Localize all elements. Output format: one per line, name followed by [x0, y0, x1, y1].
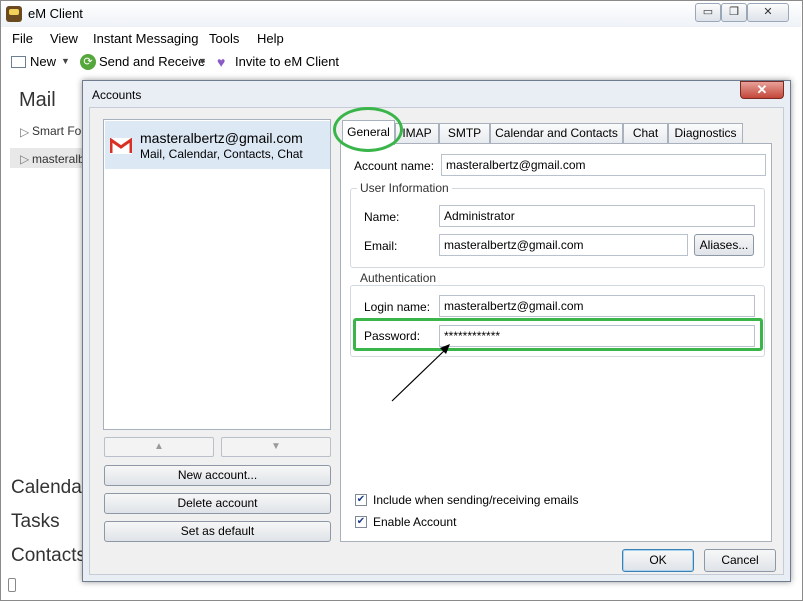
move-up-button[interactable]: ▲ [104, 437, 214, 457]
tab-smtp[interactable]: SMTP [439, 123, 490, 143]
dialog-close-button[interactable]: ✕ [740, 81, 784, 99]
tree-item-account[interactable]: masteralb [32, 152, 85, 166]
aliases-button[interactable]: Aliases... [694, 234, 754, 256]
nav-calendar[interactable]: Calendar [11, 477, 88, 499]
tab-diagnostics[interactable]: Diagnostics [668, 123, 743, 143]
move-down-button[interactable]: ▼ [221, 437, 331, 457]
menu-instant-messaging[interactable]: Instant Messaging [93, 31, 199, 46]
account-name-label: Account name: [354, 159, 435, 173]
close-window-button[interactable]: ✕ [747, 3, 789, 22]
email-label: Email: [364, 239, 398, 253]
enable-account-label: Enable Account [373, 515, 457, 529]
user-information-group [350, 188, 765, 268]
tree-item-smart-folders[interactable]: Smart Fol [32, 124, 84, 138]
send-receive-button[interactable]: Send and Receive [99, 54, 205, 69]
new-button[interactable]: New [30, 54, 56, 69]
tree-expander-icon[interactable]: ▷ [20, 152, 29, 166]
new-mail-icon [11, 56, 26, 68]
status-icon [8, 578, 16, 592]
account-name-field[interactable]: masteralbertz@gmail.com [441, 154, 766, 176]
login-name-field[interactable]: masteralbertz@gmail.com [439, 295, 755, 317]
window-title: eM Client [28, 6, 83, 21]
login-name-label: Login name: [364, 300, 431, 314]
name-field[interactable]: Administrator [439, 205, 755, 227]
authentication-title: Authentication [357, 271, 440, 285]
email-field[interactable]: masteralbertz@gmail.com [439, 234, 688, 256]
menu-help[interactable]: Help [257, 31, 284, 46]
new-dropdown-icon[interactable]: ▼ [61, 56, 70, 66]
menu-view[interactable]: View [50, 31, 78, 46]
include-label: Include when sending/receiving emails [373, 493, 579, 507]
new-account-button[interactable]: New account... [104, 465, 331, 486]
tab-chat[interactable]: Chat [623, 123, 668, 143]
name-label: Name: [364, 210, 400, 224]
tree-expander-icon[interactable]: ▷ [20, 125, 29, 139]
maximize-button[interactable]: ❐ [721, 3, 747, 22]
title-bar [1, 1, 801, 27]
heart-icon: ♥ [217, 54, 226, 70]
ok-button[interactable]: OK [622, 549, 694, 572]
annotation-arrow [391, 344, 450, 402]
dialog-title: Accounts [92, 88, 142, 102]
nav-contacts[interactable]: Contacts [11, 545, 86, 567]
send-receive-icon: ⟳ [80, 54, 96, 70]
minimize-button[interactable]: ▭ [695, 3, 721, 22]
cancel-button[interactable]: Cancel [704, 549, 776, 572]
app-icon [6, 6, 22, 22]
tab-calendar-contacts[interactable]: Calendar and Contacts [490, 123, 623, 143]
include-checkbox[interactable]: ✔ [355, 494, 367, 506]
menu-tools[interactable]: Tools [209, 31, 239, 46]
account-services: Mail, Calendar, Contacts, Chat [140, 147, 303, 161]
mail-heading: Mail [19, 89, 56, 111]
send-receive-dropdown-icon[interactable]: ▼ [198, 56, 207, 66]
user-information-title: User Information [357, 181, 452, 195]
account-email: masteralbertz@gmail.com [140, 130, 303, 146]
invite-button[interactable]: Invite to eM Client [235, 54, 339, 69]
set-default-button[interactable]: Set as default [104, 521, 331, 542]
nav-tasks[interactable]: Tasks [11, 511, 60, 533]
highlight-circle [333, 107, 403, 152]
delete-account-button[interactable]: Delete account [104, 493, 331, 514]
menu-file[interactable]: File [12, 31, 33, 46]
enable-account-checkbox[interactable]: ✔ [355, 516, 367, 528]
gmail-icon [110, 138, 132, 154]
